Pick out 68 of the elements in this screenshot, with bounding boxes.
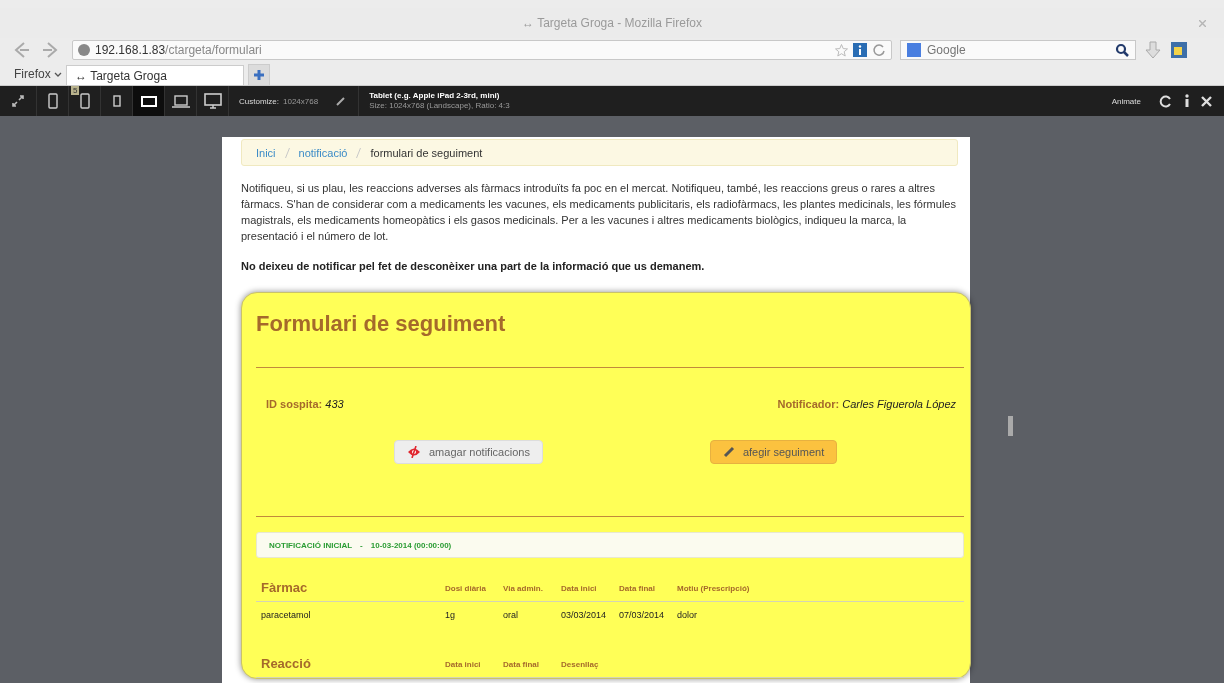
phone-icon [79, 93, 90, 109]
suspect-id: ID sospita: 433 [266, 398, 344, 410]
url-text: 192.168.1.83/ctargeta/formulari [95, 43, 262, 57]
crossed-eye-icon [407, 446, 421, 458]
customize-label: Customize: [239, 96, 279, 106]
action-button[interactable]: amagar notificacions [394, 440, 543, 464]
notification-label: NOTIFICACIÓ INICIAL [269, 540, 353, 550]
column-header: Data final [619, 584, 656, 595]
card-title: Formulari de seguiment [256, 311, 507, 338]
pencil-icon [722, 446, 735, 458]
info-icon[interactable] [853, 43, 867, 57]
section-title: Reacció [260, 656, 312, 671]
tablet-icon [140, 95, 157, 107]
device-name: Tablet (e.g. Apple iPad 2-3rd, mini) [369, 91, 501, 101]
breadcrumb-separator [356, 147, 362, 158]
phone-icon [112, 95, 121, 107]
device-info: Size: 1024x768 (Landscape), Ratio: 4:3 [369, 101, 510, 111]
scrollbar-thumb[interactable] [1008, 416, 1013, 436]
column-header: Desenllaç [561, 660, 600, 671]
expand-icon[interactable] [12, 95, 24, 107]
table-cell-text: 03/03/2014 [561, 610, 608, 622]
count-badge: 5 [71, 86, 80, 95]
breadcrumb-item[interactable]: notificació [298, 146, 348, 159]
monitor-icon [203, 93, 222, 109]
animate-toggle[interactable]: Animate [1111, 96, 1141, 106]
warning-text: No deixeu de notificar pel fet de desconèixer una part de la informació que us demanem. [241, 260, 706, 272]
table-cell: dolor [677, 610, 697, 622]
column-header: Motiu (Prescripció) [677, 584, 750, 595]
column-header: Data final [503, 660, 540, 671]
star-icon[interactable] [835, 43, 848, 57]
notification-date: 10-03-2014 (00:00:00) [370, 540, 452, 550]
breadcrumb-separator [284, 147, 290, 158]
device-preset-button[interactable] [132, 86, 164, 116]
pencil-icon[interactable] [336, 96, 347, 106]
table-cell-text: oral [503, 610, 519, 622]
new-tab-button[interactable] [248, 64, 270, 85]
table-cell-text: 07/03/2014 [619, 610, 666, 622]
chevron-down-icon [54, 71, 62, 78]
window-title: ↔ Targeta Groga - Mozilla Firefox [522, 16, 702, 30]
close-icon[interactable] [1201, 95, 1212, 107]
table-cell-text: 1g [445, 610, 456, 622]
browser-tab[interactable]: ↔ Targeta Groga [66, 65, 244, 85]
laptop-icon [171, 94, 190, 108]
separator-text: - [360, 540, 363, 550]
column-header: Dosi diària [445, 584, 487, 595]
notifier-name: Notificador: Carles Figuerola López [777, 398, 956, 410]
address-field[interactable]: 192.168.1.83/ctargeta/formulari [72, 40, 892, 60]
search-field[interactable]: Google [900, 40, 1136, 60]
globe-icon [78, 44, 90, 56]
bookmarks-icon[interactable] [1170, 41, 1188, 59]
info-icon[interactable] [1183, 94, 1191, 108]
firefox-menu[interactable]: Firefox [14, 66, 62, 81]
search-input[interactable]: Google [925, 42, 1111, 58]
phone-icon [47, 93, 58, 109]
intro-paragraph: Notifiqueu, si us plau, les reaccions adverses als fàrmacs introduïts fa poc en el mercat. Notifiqueu, també, les reaccions greus o rares a altres fàrmacs. S'han de considerar com a medicaments les vacunes, els medicaments publicitaris, els radiofàrmacs, les plantes medicinals, les fórmules magistrals, els medicaments homeopàtics i els gasos medicinals. Per a les vacunes i altres medicaments biològics, indiqueu la marca, la presentació i el número de lot. [241, 181, 957, 244]
column-header: Data inici [445, 660, 482, 671]
column-header: Via admin. [503, 584, 544, 595]
search-icon[interactable] [1115, 43, 1129, 57]
breadcrumb-item: formulari de seguiment [370, 146, 483, 159]
action-button[interactable]: afegir seguiment [709, 440, 838, 464]
size-field[interactable]: 1024x768 [283, 96, 319, 106]
section-title: Fàrmac [260, 580, 309, 595]
reload-icon[interactable] [872, 43, 886, 57]
breadcrumb-item[interactable]: Inici [256, 146, 276, 159]
rotate-icon[interactable] [1159, 94, 1173, 108]
table-cell-text: paracetamol [260, 610, 312, 622]
plus-icon [254, 70, 264, 80]
column-header: Data inici [561, 584, 598, 595]
